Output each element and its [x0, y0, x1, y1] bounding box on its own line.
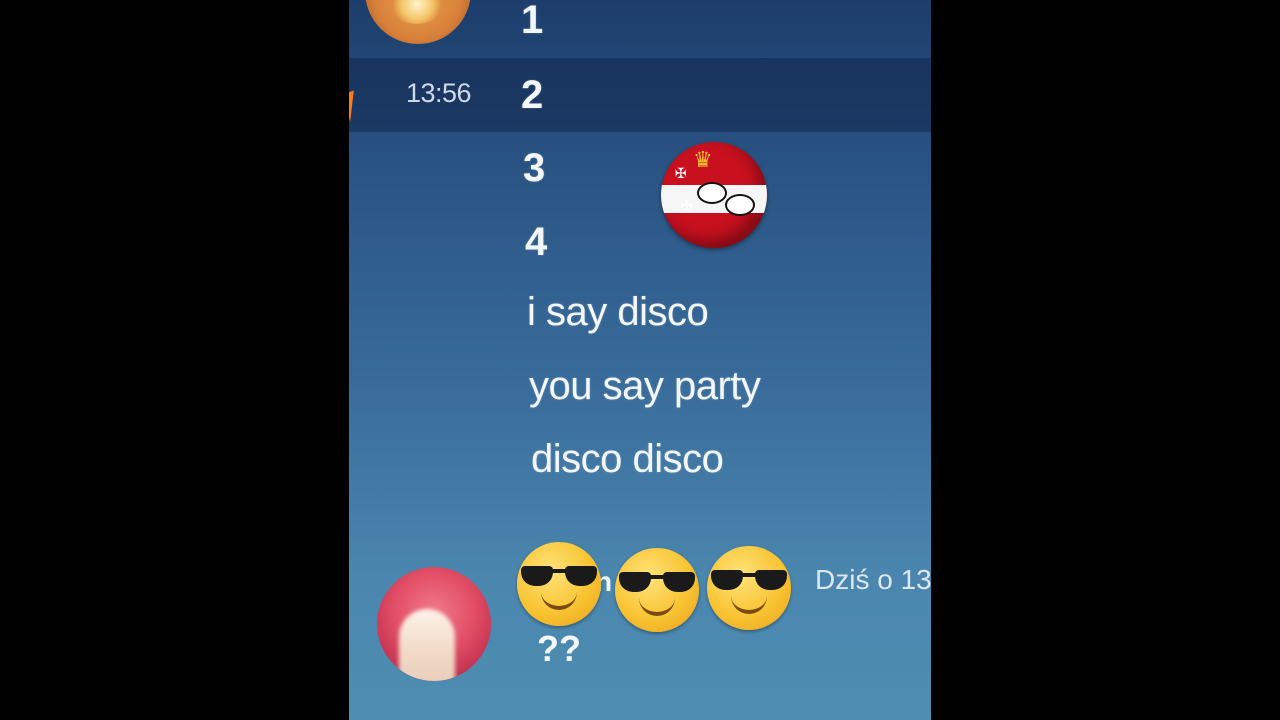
message-line: 4: [525, 220, 548, 264]
message-line: ??: [537, 628, 581, 669]
message-line: i say disco: [527, 290, 709, 334]
finger-blur: [399, 609, 455, 681]
message-timestamp: 13:56: [406, 78, 472, 108]
countryball-sticker: ♛ ✠ ✠: [661, 142, 767, 248]
crown-icon: ♛: [693, 148, 713, 173]
countryball-eye: [697, 182, 727, 204]
message-line: disco disco: [531, 437, 724, 481]
sunglasses-emoji-icon: [517, 542, 601, 626]
message-line: you say party: [529, 364, 761, 408]
user-avatar[interactable]: [377, 567, 491, 681]
eagle-icon: ✠: [675, 166, 687, 182]
message-line: 1: [521, 0, 544, 42]
knight-icon: ✠: [681, 198, 693, 214]
message-line: 3: [523, 146, 546, 190]
message-line: 2: [521, 73, 544, 117]
sunglasses-emoji-icon: [615, 548, 699, 632]
sunglasses-emoji-icon: [707, 546, 791, 630]
message-date: Dziś o 13: [815, 564, 931, 595]
countryball-eye: [725, 194, 755, 216]
chat-viewport: 13:56 1 2 3 4 i say disco you say party …: [349, 0, 931, 720]
